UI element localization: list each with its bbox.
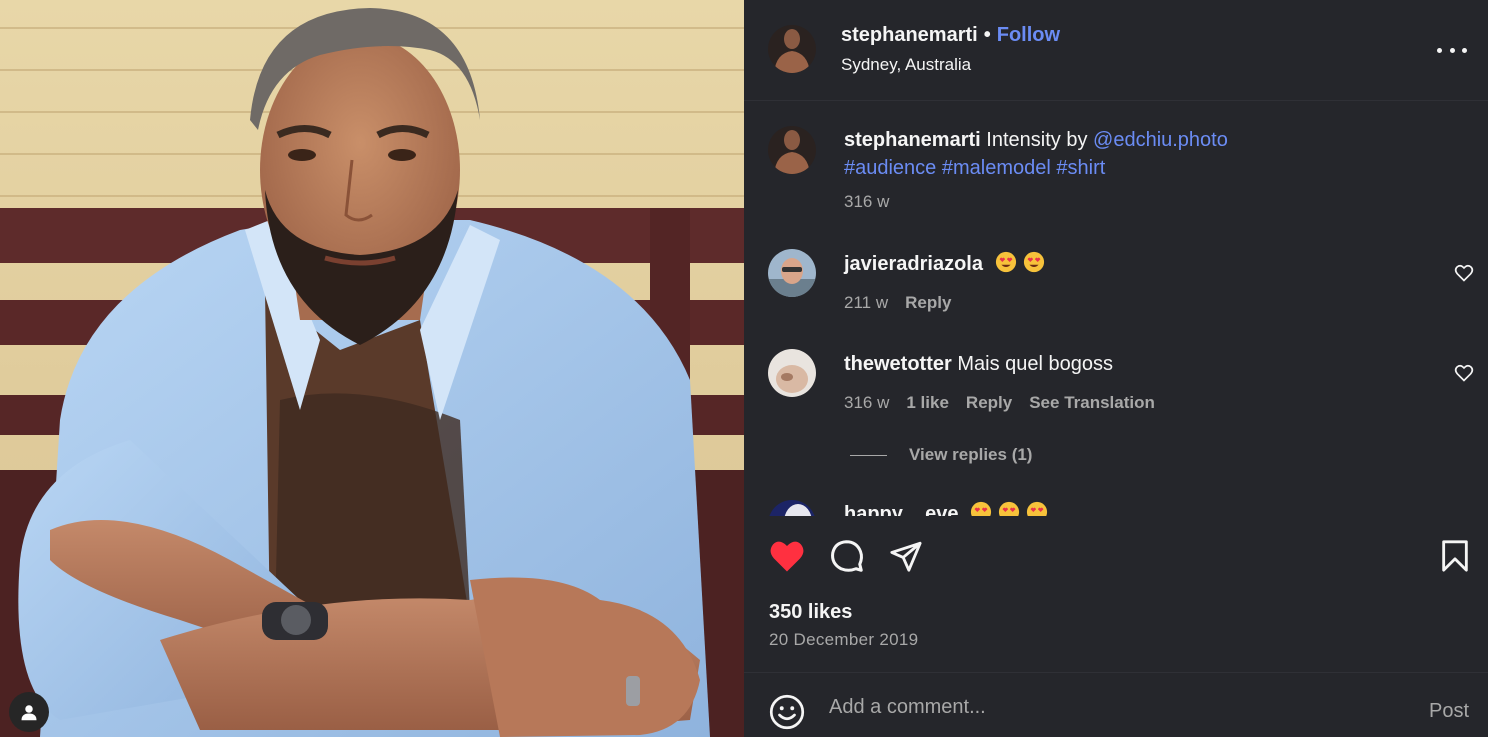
comment-input[interactable] [829,690,1389,724]
follow-button[interactable]: Follow [997,24,1060,46]
comment-username[interactable]: happy__eve [844,503,959,516]
heart-eyes-emoji-icon [1026,501,1048,516]
tagged-users-button[interactable] [9,692,49,732]
header-name-row: stephanemarti • Follow [841,24,1060,47]
post-location[interactable]: Sydney, Australia [841,55,971,75]
replies-divider-line [850,454,887,456]
bookmark-icon[interactable] [1440,539,1470,573]
comment-body: Mais quel bogoss [957,353,1114,375]
comment-text-row: javieradriazola [844,250,1045,278]
commenter-avatar[interactable] [768,500,816,516]
post-comment-button[interactable]: Post [1429,700,1469,723]
see-translation-button[interactable]: See Translation [1029,393,1155,413]
comment-username[interactable]: javieradriazola [844,253,983,275]
comment-meta: 316 w 1 like Reply See Translation [844,393,1155,413]
reply-button[interactable]: Reply [905,293,951,313]
comment-meta: 211 w Reply [844,293,951,313]
caption-line-1: stephanemarti Intensity by @edchiu.photo [844,126,1228,154]
comment-text-row: happy__eve [844,500,1048,516]
comment-timestamp[interactable]: 211 w [844,293,888,313]
instagram-post-modal: stephanemarti • Follow Sydney, Australia s… [0,0,1488,737]
add-comment-bar: Post [744,674,1488,737]
caption-username[interactable]: stephanemarti [844,129,981,151]
emoji-smiley-icon[interactable] [769,694,805,730]
avatar-image [768,349,816,397]
comments-list[interactable]: stephanemarti Intensity by @edchiu.photo… [744,102,1488,516]
comment-text-row: thewetotter Mais quel bogoss [844,350,1113,378]
post-header: stephanemarti • Follow Sydney, Australia [744,0,1488,101]
separator-dot: • [983,24,991,46]
post-image [0,0,744,737]
hashtag-link[interactable]: #shirt [1056,157,1105,179]
comment-likes-count[interactable]: 1 like [906,393,949,413]
heart-eyes-emoji-icon [995,251,1016,273]
comment-timestamp[interactable]: 316 w [844,393,889,413]
hashtag-link[interactable]: #malemodel [942,157,1051,179]
view-replies-button[interactable]: View replies (1) [850,445,1032,465]
post-actions: 350 likes 20 December 2019 [744,517,1488,673]
avatar-image [768,126,816,174]
like-comment-heart-icon[interactable] [1454,263,1474,283]
comment-username[interactable]: thewetotter [844,353,952,375]
avatar-image [768,500,816,516]
view-replies-label: View replies (1) [909,445,1033,464]
author-avatar[interactable] [768,25,816,73]
heart-eyes-emoji-icon [1023,251,1044,273]
avatar-image [768,25,816,73]
caption-timestamp[interactable]: 316 w [844,192,889,212]
caption-meta: 316 w [844,192,889,212]
hashtag-link[interactable]: #audience [844,157,936,179]
commenter-avatar[interactable] [768,349,816,397]
caption-mention-link[interactable]: @edchiu.photo [1093,129,1228,151]
user-icon [21,705,37,721]
reply-button[interactable]: Reply [966,393,1012,413]
avatar-image [768,249,816,297]
heart-eyes-emoji-icon [998,501,1020,516]
comment-emoji-text [964,501,1048,516]
post-photo[interactable] [0,0,744,737]
comment-emoji-text [989,251,1045,275]
post-date[interactable]: 20 December 2019 [769,630,918,650]
more-horizontal-icon [1437,47,1442,53]
paper-plane-icon[interactable] [889,539,923,573]
commenter-avatar[interactable] [768,249,816,297]
post-side-panel: stephanemarti • Follow Sydney, Australia s… [744,0,1488,737]
heart-eyes-emoji-icon [970,501,992,516]
heart-filled-icon[interactable] [768,539,806,573]
caption-line-2: #audience #malemodel #shirt [844,154,1105,182]
comment-icon[interactable] [829,538,865,574]
like-comment-heart-icon[interactable] [1454,363,1474,383]
more-options-button[interactable] [1437,35,1467,65]
more-dot [1462,47,1467,53]
caption-author-avatar[interactable] [768,126,816,174]
more-dot [1449,47,1455,53]
likes-count[interactable]: 350 likes [769,601,852,624]
caption-text: Intensity by [986,129,1088,151]
author-username[interactable]: stephanemarti [841,24,978,46]
